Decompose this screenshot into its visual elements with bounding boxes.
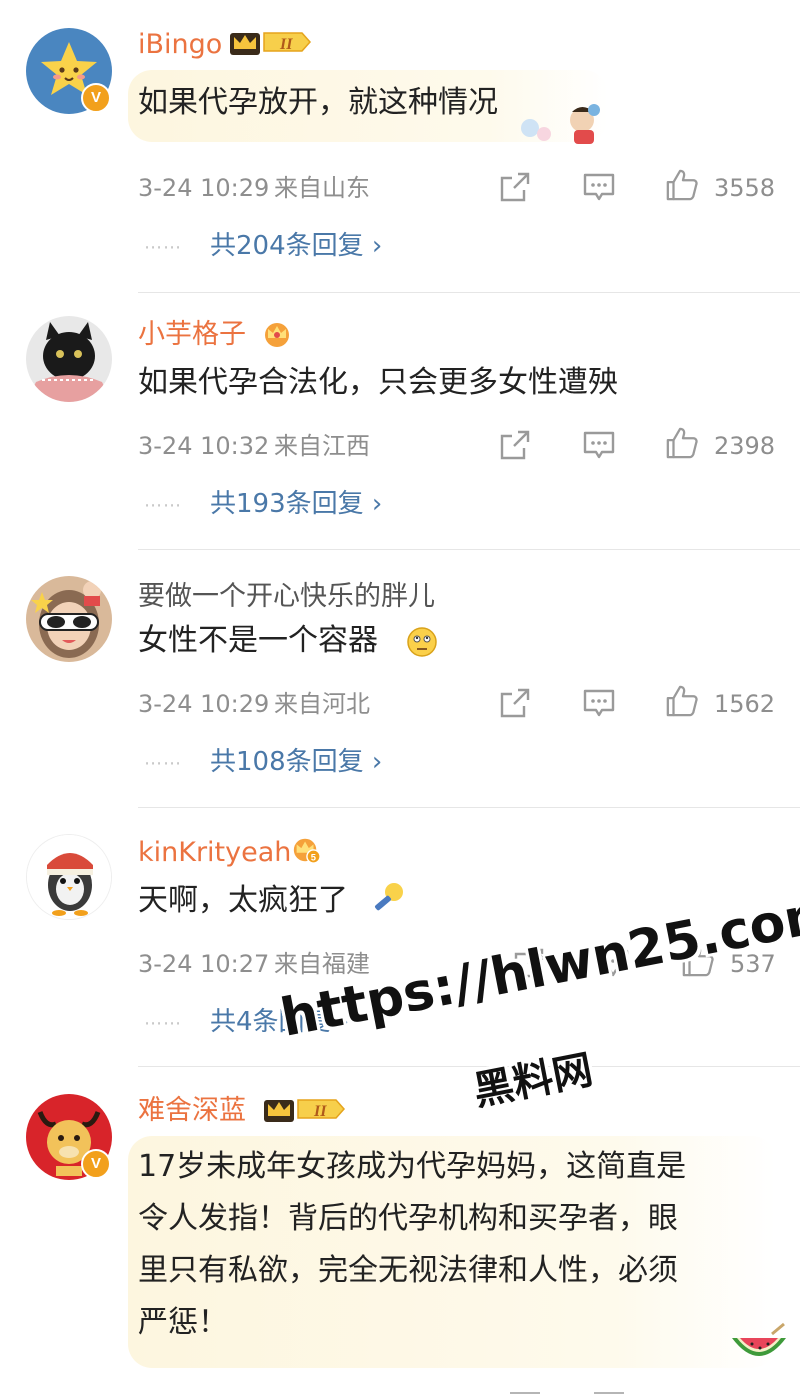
like-count: 1562 <box>714 690 776 718</box>
comment-content: 如果代孕放开，就这种情况 <box>138 85 498 120</box>
v-badge-icon: V <box>81 83 111 113</box>
username[interactable]: iBingo <box>138 28 222 62</box>
like-icon[interactable] <box>664 684 700 718</box>
level-badge-text: II <box>279 36 293 53</box>
comment-content: 如果代孕合法化，只会更多女性遭殃 <box>138 365 618 400</box>
watermelon-icon <box>732 1322 786 1356</box>
username[interactable]: 小芋格子 <box>138 318 246 352</box>
comment-content-line: 里只有私欲，完全无视法律和人性，必须 <box>138 1253 678 1288</box>
username[interactable]: 难舍深蓝 <box>138 1094 246 1128</box>
v-badge-icon: V <box>81 1149 111 1179</box>
share-icon[interactable] <box>498 170 532 204</box>
username[interactable]: kinKrityeah <box>138 836 291 870</box>
dots-separator: ⋯⋯ <box>144 1013 182 1034</box>
comment-time: 3-24 10:29 <box>138 174 270 202</box>
watermark-label: 黑料网 <box>469 1046 597 1115</box>
comment-content: 女性不是一个容器 <box>138 623 378 658</box>
username[interactable]: 要做一个开心快乐的胖儿 <box>138 580 435 614</box>
comment-content-line: 严惩！ <box>138 1305 228 1340</box>
comment-icon[interactable] <box>582 428 616 462</box>
next-row-partial <box>138 1388 800 1397</box>
divider <box>138 807 800 808</box>
crown-icon: II <box>230 32 312 55</box>
dots-separator: ⋯⋯ <box>144 753 182 774</box>
comment-location: 来自江西 <box>274 432 370 460</box>
comment-icon[interactable] <box>582 170 616 204</box>
dots-separator: ⋯⋯ <box>144 237 182 258</box>
view-replies-link[interactable]: 共193条回复 › <box>210 488 382 520</box>
like-count: 2398 <box>714 432 776 460</box>
sticker-icon <box>521 104 600 144</box>
avatar[interactable] <box>26 834 112 920</box>
dots-separator: ⋯⋯ <box>144 495 182 516</box>
comment-location: 来自山东 <box>274 174 370 202</box>
view-replies-link[interactable]: 共204条回复 › <box>210 230 382 262</box>
comment-content: 天啊，太疯狂了 <box>138 883 348 918</box>
comment-time: 3-24 10:27 <box>138 950 270 978</box>
crown-icon: II <box>264 1099 346 1122</box>
emoji-icon <box>407 627 437 657</box>
comment-icon[interactable] <box>582 686 616 720</box>
like-icon[interactable] <box>664 426 700 460</box>
crown-icon: 5 <box>293 838 321 864</box>
comment-time: 3-24 10:32 <box>138 432 270 460</box>
divider <box>138 292 800 293</box>
divider <box>138 549 800 550</box>
avatar[interactable] <box>26 316 112 402</box>
share-icon[interactable] <box>498 428 532 462</box>
view-replies-link[interactable]: 共108条回复 › <box>210 746 382 778</box>
crown-icon <box>265 323 289 347</box>
like-count: 3558 <box>714 174 776 202</box>
comment-location: 来自河北 <box>274 690 370 718</box>
share-icon[interactable] <box>498 686 532 720</box>
level-badge-text: II <box>313 1103 327 1120</box>
comment-content-line: 令人发指！背后的代孕机构和买孕者，眼 <box>138 1201 678 1236</box>
like-icon[interactable] <box>664 168 700 202</box>
hammer-icon <box>374 883 403 911</box>
avatar[interactable] <box>26 576 112 662</box>
comment-time: 3-24 10:29 <box>138 690 270 718</box>
comment-content-line: 17岁未成年女孩成为代孕妈妈，这简直是 <box>138 1149 687 1184</box>
level-badge-text: 5 <box>311 852 316 862</box>
